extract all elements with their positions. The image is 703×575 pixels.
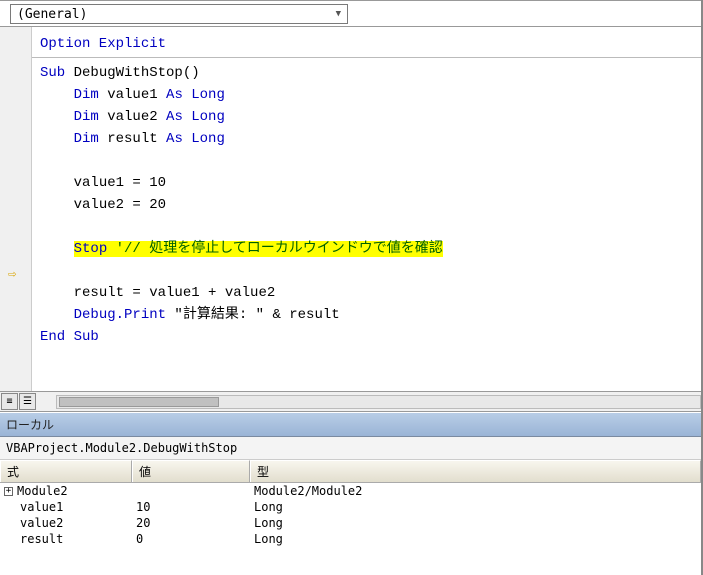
code-token: Sub — [40, 65, 65, 81]
code-token: End Sub — [40, 329, 99, 345]
locals-header-expression[interactable]: 式 — [0, 460, 132, 482]
procedure-view-button[interactable]: ≡ — [1, 393, 18, 410]
code-token: As Long — [166, 109, 225, 125]
view-toggle-bar: ≡ ☰ — [0, 392, 701, 412]
locals-var-type: Long — [250, 500, 701, 514]
code-token: value2 — [99, 109, 166, 125]
locals-var-value — [132, 484, 250, 498]
locals-body: +Module2Module2/Module2value110Longvalue… — [0, 483, 701, 547]
code-token: As Long — [166, 87, 225, 103]
code-gutter: ⇨ — [0, 27, 32, 391]
locals-header-value[interactable]: 値 — [132, 460, 250, 482]
full-module-view-button[interactable]: ☰ — [19, 393, 36, 410]
locals-window-title: ローカル — [0, 412, 701, 437]
code-token: DebugWithStop() — [65, 65, 199, 81]
locals-var-value: 10 — [132, 500, 250, 514]
code-token: Debug.Print — [74, 307, 166, 323]
code-token: Dim — [74, 87, 99, 103]
code-separator — [32, 57, 701, 58]
locals-context: VBAProject.Module2.DebugWithStop — [0, 437, 701, 460]
code-token: Stop — [74, 241, 108, 257]
expand-icon[interactable]: + — [4, 487, 13, 496]
code-token: Dim — [74, 109, 99, 125]
locals-row[interactable]: result 0Long — [0, 531, 701, 547]
code-text-area[interactable]: Option Explicit Sub DebugWithStop() Dim … — [32, 27, 701, 391]
locals-row[interactable]: + Module2 Module2/Module2 — [0, 483, 701, 499]
code-token: Option Explicit — [40, 36, 166, 52]
locals-var-name: result — [20, 532, 63, 546]
object-dropdown-label: (General) — [17, 7, 87, 22]
locals-var-name: Module2 — [17, 484, 68, 498]
chevron-down-icon: ▼ — [336, 9, 341, 19]
code-token: '// 処理を停止してローカルウインドウで値を確認 — [107, 241, 443, 257]
object-dropdown[interactable]: (General) ▼ — [10, 4, 348, 24]
locals-header-type[interactable]: 型 — [250, 460, 701, 482]
code-token: "計算結果: " & result — [166, 307, 340, 323]
locals-row[interactable]: value1 10Long — [0, 499, 701, 515]
object-dropdown-bar: (General) ▼ — [0, 1, 701, 26]
code-token: As Long — [166, 131, 225, 147]
horizontal-scrollbar[interactable] — [56, 395, 701, 409]
locals-var-value: 20 — [132, 516, 250, 530]
code-token: Dim — [74, 131, 99, 147]
code-token: value1 — [99, 87, 166, 103]
locals-var-name: value2 — [20, 516, 63, 530]
locals-row[interactable]: value2 20Long — [0, 515, 701, 531]
scrollbar-thumb[interactable] — [59, 397, 219, 407]
execution-arrow-icon: ⇨ — [8, 267, 16, 281]
locals-var-value: 0 — [132, 532, 250, 546]
locals-header-row: 式 値 型 — [0, 460, 701, 483]
code-token: value2 = 20 — [74, 197, 166, 213]
locals-var-name: value1 — [20, 500, 63, 514]
locals-var-type: Long — [250, 516, 701, 530]
code-editor[interactable]: ⇨ Option Explicit Sub DebugWithStop() Di… — [0, 26, 701, 392]
code-token: result = value1 + value2 — [74, 285, 276, 301]
code-token: result — [99, 131, 166, 147]
locals-var-type: Long — [250, 532, 701, 546]
code-token: value1 = 10 — [74, 175, 166, 191]
locals-var-type: Module2/Module2 — [250, 484, 701, 498]
